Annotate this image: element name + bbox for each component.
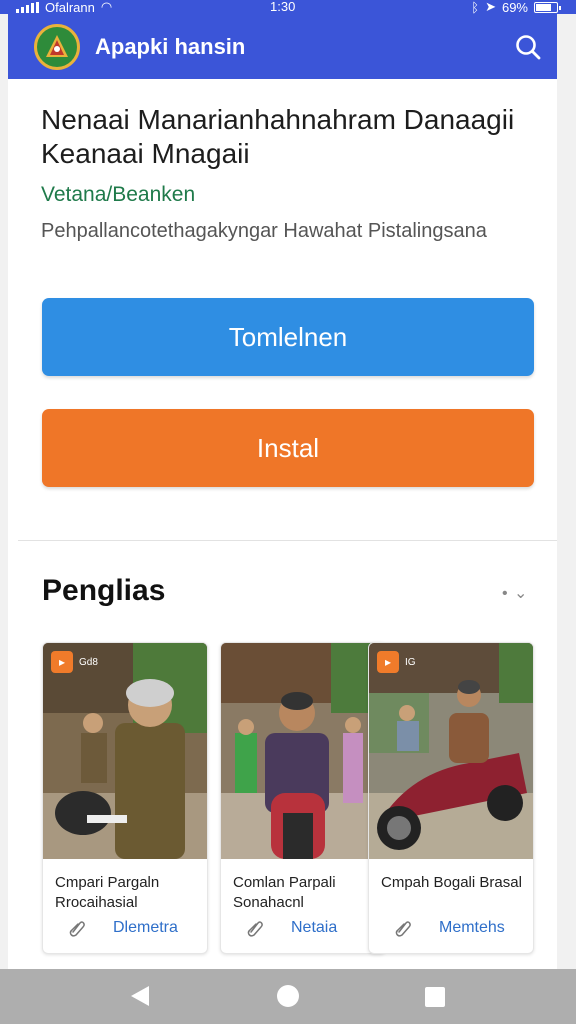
card-link[interactable]: Netaia [291,919,337,937]
card-badge: ▸ Gd8 [51,651,98,673]
app-bar-title: Apapki hansin [95,33,246,59]
card-link[interactable]: Memtehs [439,919,505,937]
section-more-icon[interactable]: • ⌄ [502,583,528,603]
app-bar: Apapki hansin [8,14,557,79]
card-photo [43,643,207,859]
card-photo [369,643,533,859]
developer-link[interactable]: Vetana/Beanken [41,183,195,207]
open-button[interactable]: Tomlelnen [42,298,534,376]
app-badge-icon: ▸ [51,651,73,673]
card-title: Comlan Parpali Sonahacnl [233,874,336,911]
attachment-icon [69,921,85,937]
status-bar: Ofalrann ◠ 1:30 ᛒ ➤ 69% [0,0,576,15]
system-nav-bar [0,969,576,1024]
location-icon: ➤ [485,0,496,14]
app-badge-icon: ▸ [377,651,399,673]
card-badge-label: IG [405,656,416,668]
emblem-icon [34,23,80,70]
back-icon[interactable] [131,986,149,1006]
recent-apps-icon[interactable] [425,987,445,1007]
app-description: Pehpallancotethagakyngar Hawahat Pistali… [41,220,487,242]
card-title: Cmpah Bogali Brasal [381,874,522,891]
screenshot-card[interactable]: ▸ IG Cmpah Bogali Brasal Memtehs [368,642,534,954]
home-icon[interactable] [277,985,299,1007]
battery-percent: 69% [501,0,528,15]
app-name: Nenaai Manarianhahnahram Danaagii Keanaa… [41,104,515,169]
carrier-label: Ofalrann [45,0,95,15]
card-badge: ▸ IG [377,651,416,673]
card-link[interactable]: Dlemetra [113,919,178,937]
bluetooth-icon: ᛒ [471,0,480,15]
clock: 1:30 [270,0,296,14]
divider [18,540,557,541]
status-right: ᛒ ➤ 69% [471,0,561,15]
wifi-icon: ◠ [100,0,113,14]
attachment-icon [247,921,263,937]
search-icon[interactable] [513,32,543,62]
battery-icon [534,1,561,13]
screenshot-card[interactable]: Comlan Parpali Sonahacnl Netaia [220,642,386,954]
attachment-icon [395,921,411,937]
app-detail-page: Nenaai Manarianhahnahram Danaagii Keanaa… [8,79,557,969]
card-badge-label: Gd8 [79,656,98,668]
screenshot-card[interactable]: ▸ Gd8 Cmpari Pargaln Rrocaihasial Dlemetr… [42,642,208,954]
card-title: Cmpari Pargaln Rrocaihasial [55,874,160,911]
status-left: Ofalrann ◠ [16,0,112,15]
install-button[interactable]: Instal [42,409,534,487]
section-title: Penglias [42,574,166,607]
card-photo [221,643,385,859]
signal-icon [16,1,39,13]
